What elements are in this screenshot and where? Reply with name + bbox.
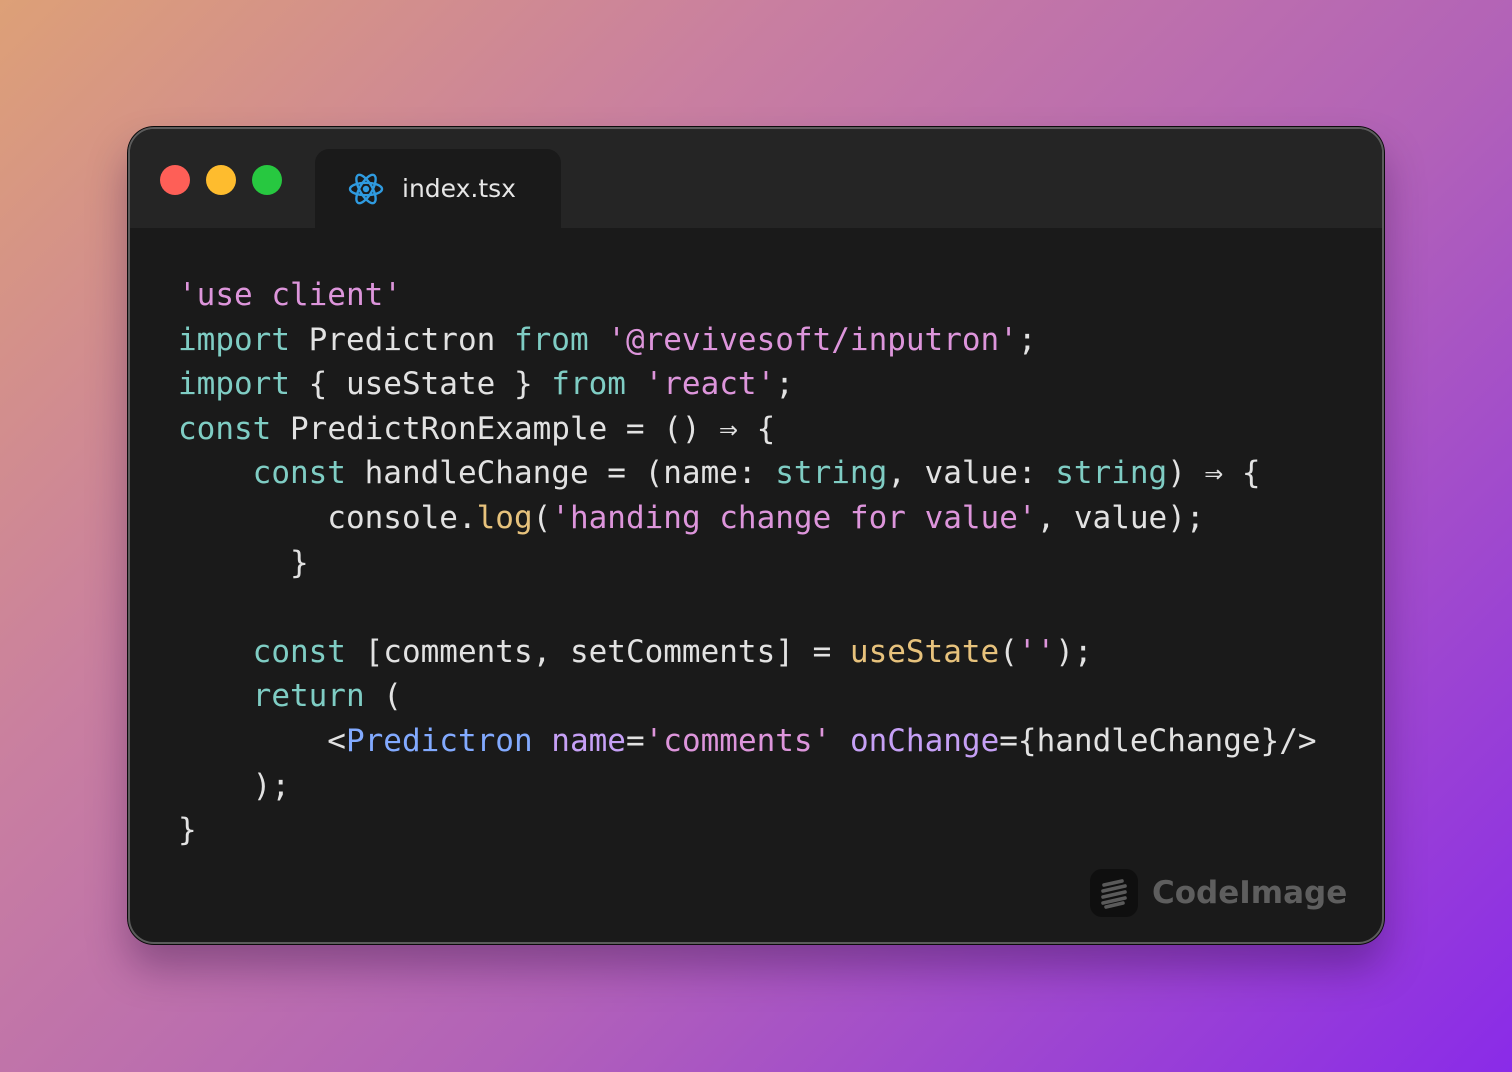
code-token: from [513, 321, 589, 358]
code-token: return [252, 678, 365, 715]
code-token: from [551, 366, 626, 403]
code-token: ); [1055, 633, 1093, 670]
code-token: } [178, 812, 197, 849]
code-token: console. [178, 499, 477, 536]
editor-window: index.tsx 'use client' import Predictron … [128, 127, 1384, 944]
code-token: 'use client' [178, 277, 402, 313]
react-icon [347, 170, 385, 208]
code-token: '' [1017, 633, 1056, 670]
code-token: ( [532, 499, 552, 536]
code-line: import Predictron from '@revivesoft/inpu… [178, 318, 1317, 363]
code-line: const [comments, setComments] = useState… [178, 630, 1317, 675]
code-token: const [178, 410, 272, 447]
code-token: 'handing change for value' [551, 499, 1037, 536]
title-bar: index.tsx [130, 129, 1382, 229]
close-window-button[interactable] [160, 165, 190, 195]
code-token: useState [849, 633, 1000, 670]
code-line: console.log('handing change for value', … [178, 496, 1317, 541]
code-token: ); [178, 767, 290, 804]
code-token: < [178, 722, 346, 759]
code-token: [comments, setComments] = [345, 633, 850, 670]
code-token: log [476, 499, 533, 536]
code-token: Predictron [289, 321, 514, 358]
tab-filename: index.tsx [402, 174, 516, 203]
maximize-window-button[interactable] [252, 165, 282, 195]
code-token: '@revivesoft/inputron' [607, 321, 1018, 358]
code-token: name [551, 722, 626, 759]
watermark-label: CodeImage [1152, 875, 1348, 911]
code-token: ; [1017, 321, 1037, 358]
code-token: string [1055, 455, 1168, 492]
code-line: } [178, 808, 1317, 853]
file-tab[interactable]: index.tsx [315, 149, 561, 229]
code-token: ) ⇒ { [1167, 455, 1261, 492]
code-token: string [775, 455, 888, 492]
minimize-window-button[interactable] [206, 165, 236, 195]
codeimage-logo-icon [1090, 869, 1138, 917]
code-token: ={handleChange}/> [999, 722, 1317, 759]
code-line: ); [178, 764, 1317, 809]
code-line: const PredictRonExample = () ⇒ { [178, 407, 1317, 452]
code-token: ( [364, 678, 402, 715]
code-token: 'comments' [644, 722, 832, 759]
code-token: onChange [849, 722, 1000, 759]
code-line: import { useState } from 'react'; [178, 362, 1317, 407]
code-token: , value); [1036, 499, 1205, 536]
code-token: 'react' [644, 366, 776, 403]
code-token: PredictRonExample = () ⇒ { [271, 410, 776, 447]
code-token: ( [999, 633, 1018, 670]
code-line: return ( [178, 674, 1317, 719]
code-token: , value: [887, 455, 1056, 492]
code-token: { useState } [289, 366, 552, 403]
code-token: import [178, 366, 290, 403]
code-token: import [178, 321, 290, 358]
code-token: = [625, 722, 645, 759]
code-line: } [178, 541, 1317, 586]
code-block: 'use client' import Predictron from '@rev… [178, 273, 1317, 853]
code-line: 'use client' [178, 273, 1317, 318]
code-token: const [252, 633, 346, 670]
code-token: } [178, 544, 309, 581]
code-line: <Predictron name='comments' onChange={ha… [178, 719, 1317, 764]
code-token: ; [775, 366, 794, 403]
code-token: handleChange = (name: [345, 455, 776, 492]
code-token: const [252, 455, 346, 492]
code-token: Predictron [345, 722, 533, 759]
code-line: const handleChange = (name: string, valu… [178, 451, 1317, 496]
